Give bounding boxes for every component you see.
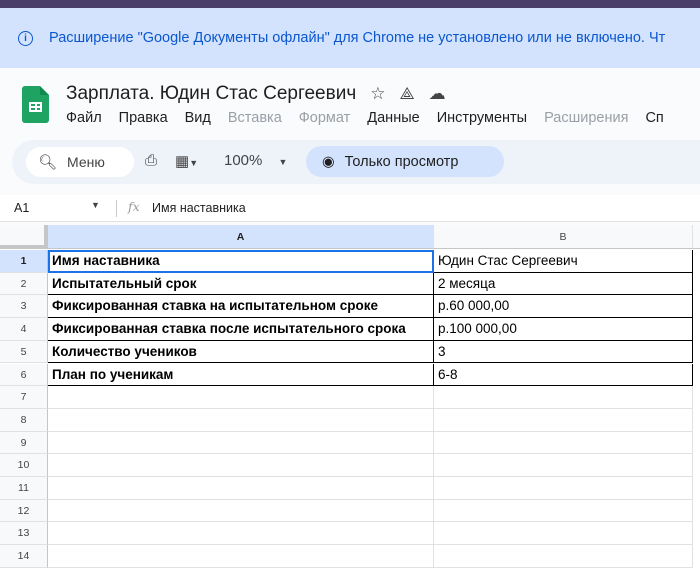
view-only-label: Только просмотр bbox=[344, 153, 459, 170]
formula-bar: A1 ▼ fx Имя наставника bbox=[0, 195, 700, 222]
cell-a[interactable] bbox=[48, 545, 434, 568]
row-header[interactable]: 6 bbox=[0, 363, 48, 387]
eye-icon: ◉ bbox=[322, 153, 335, 170]
cell-b[interactable]: 6-8 bbox=[434, 363, 693, 387]
sheets-logo-icon[interactable] bbox=[22, 86, 49, 123]
cell-b[interactable]: Юдин Стас Сергеевич bbox=[434, 250, 693, 273]
column-header-a[interactable]: A bbox=[48, 225, 434, 249]
cell-a[interactable] bbox=[48, 477, 434, 500]
menu-item[interactable]: Вид bbox=[185, 110, 211, 126]
column-header-b[interactable]: B bbox=[434, 225, 693, 249]
select-all-corner[interactable] bbox=[0, 225, 48, 249]
search-placeholder: Меню bbox=[67, 154, 105, 170]
menu-item[interactable]: Правка bbox=[119, 110, 168, 126]
cell-b[interactable] bbox=[434, 522, 693, 546]
cell-a[interactable]: План по ученикам bbox=[48, 363, 434, 387]
banner-text: Расширение "Google Документы офлайн" для… bbox=[49, 30, 666, 46]
cloud-status-icon[interactable]: ☁ bbox=[429, 84, 446, 104]
table-row: 12 bbox=[0, 499, 700, 523]
fx-icon: fx bbox=[128, 199, 140, 214]
cell-b[interactable] bbox=[434, 386, 693, 409]
table-row: 7 bbox=[0, 386, 700, 409]
cell-b[interactable] bbox=[434, 454, 693, 477]
cell-b[interactable] bbox=[434, 499, 693, 523]
doc-title-area: Зарплата. Юдин Стас Сергеевич ☆ ⟁ ☁ bbox=[66, 83, 446, 105]
menu-item[interactable]: Расширения bbox=[544, 110, 628, 126]
offline-banner: i Расширение "Google Документы офлайн" д… bbox=[0, 8, 700, 68]
table-row: 10 bbox=[0, 454, 700, 477]
cell-a[interactable] bbox=[48, 431, 434, 455]
info-icon: i bbox=[18, 30, 33, 46]
table-row: 3 Фиксированная ставка на испытательном … bbox=[0, 295, 700, 319]
row-header[interactable]: 5 bbox=[0, 340, 48, 364]
menu-item[interactable]: Данные bbox=[367, 110, 419, 126]
row-header[interactable]: 14 bbox=[0, 545, 48, 568]
zoom-select[interactable]: 100% ▼ bbox=[224, 152, 287, 169]
table-row: 1 Имя наставника Юдин Стас Сергеевич bbox=[0, 250, 700, 273]
view-only-button[interactable]: ◉ Только просмотр bbox=[306, 146, 504, 177]
menu-search[interactable]: 🔍︎ Меню bbox=[26, 147, 134, 177]
table-row: 5 Количество учеников 3 bbox=[0, 340, 700, 364]
row-header[interactable]: 7 bbox=[0, 386, 48, 409]
cell-a[interactable] bbox=[48, 454, 434, 477]
table-row: 8 bbox=[0, 408, 700, 432]
row-header[interactable]: 8 bbox=[0, 408, 48, 432]
table-row: 2 Испытательный срок 2 месяца bbox=[0, 272, 700, 296]
column-header-c[interactable] bbox=[693, 225, 700, 249]
move-to-drive-icon[interactable]: ⟁ bbox=[399, 84, 414, 104]
row-header[interactable]: 11 bbox=[0, 477, 48, 500]
cell-a[interactable]: Испытательный срок bbox=[48, 272, 434, 296]
row-header[interactable]: 12 bbox=[0, 499, 48, 523]
browser-top-bar bbox=[0, 0, 700, 8]
cell-a[interactable] bbox=[48, 499, 434, 523]
print-icon[interactable]: ⎙ bbox=[145, 152, 157, 169]
formula-input[interactable]: Имя наставника bbox=[152, 201, 246, 215]
row-header[interactable]: 10 bbox=[0, 454, 48, 477]
cell-a[interactable]: Фиксированная ставка после испытательног… bbox=[48, 318, 434, 341]
row-header[interactable]: 13 bbox=[0, 522, 48, 546]
spreadsheet-grid[interactable]: A B 1 Имя наставника Юдин Стас Сергеевич… bbox=[0, 225, 700, 571]
cell-b[interactable] bbox=[434, 477, 693, 500]
zoom-value: 100% bbox=[224, 152, 263, 169]
cell-b[interactable] bbox=[434, 431, 693, 455]
table-row: 14 bbox=[0, 545, 700, 568]
cell-a[interactable] bbox=[48, 522, 434, 546]
cell-a[interactable]: Имя наставника bbox=[48, 250, 434, 273]
cell-b[interactable]: 3 bbox=[434, 340, 693, 364]
row-header[interactable]: 2 bbox=[0, 272, 48, 296]
menu-item[interactable]: Сп bbox=[645, 110, 663, 126]
doc-title[interactable]: Зарплата. Юдин Стас Сергеевич bbox=[66, 83, 356, 105]
menu-item[interactable]: Формат bbox=[299, 110, 351, 126]
star-icon[interactable]: ☆ bbox=[370, 84, 385, 104]
menu-item[interactable]: Файл bbox=[66, 110, 102, 126]
cell-a[interactable]: Фиксированная ставка на испытательном ср… bbox=[48, 295, 434, 319]
row-header[interactable]: 1 bbox=[0, 250, 48, 273]
chevron-down-icon[interactable]: ▼ bbox=[91, 200, 100, 210]
cell-a[interactable]: Количество учеников bbox=[48, 340, 434, 364]
table-row: 11 bbox=[0, 477, 700, 500]
cell-b[interactable] bbox=[434, 545, 693, 568]
cell-b[interactable]: 2 месяца bbox=[434, 272, 693, 296]
cell-a[interactable] bbox=[48, 408, 434, 432]
menu-bar: Файл Правка Вид Вставка Формат Данные Инструме… bbox=[66, 110, 681, 126]
table-row: 4 Фиксированная ставка после испытательн… bbox=[0, 318, 700, 341]
cell-a[interactable] bbox=[48, 386, 434, 409]
search-icon: 🔍︎ bbox=[38, 154, 58, 171]
row-header[interactable]: 4 bbox=[0, 318, 48, 341]
chevron-down-icon: ▼ bbox=[278, 157, 288, 167]
table-row: 6 План по ученикам 6-8 bbox=[0, 363, 700, 387]
name-box[interactable]: A1 bbox=[14, 201, 29, 215]
row-header[interactable]: 3 bbox=[0, 295, 48, 319]
cell-b[interactable]: р.60 000,00 bbox=[434, 295, 693, 319]
cell-b[interactable]: р.100 000,00 bbox=[434, 318, 693, 341]
table-row: 13 bbox=[0, 522, 700, 546]
table-row: 9 bbox=[0, 431, 700, 455]
divider bbox=[116, 200, 117, 217]
calculator-dropdown-icon[interactable]: ▦▼ bbox=[175, 152, 198, 170]
row-header[interactable]: 9 bbox=[0, 431, 48, 455]
menu-item[interactable]: Инструменты bbox=[437, 110, 527, 126]
menu-item[interactable]: Вставка bbox=[228, 110, 282, 126]
cell-b[interactable] bbox=[434, 408, 693, 432]
